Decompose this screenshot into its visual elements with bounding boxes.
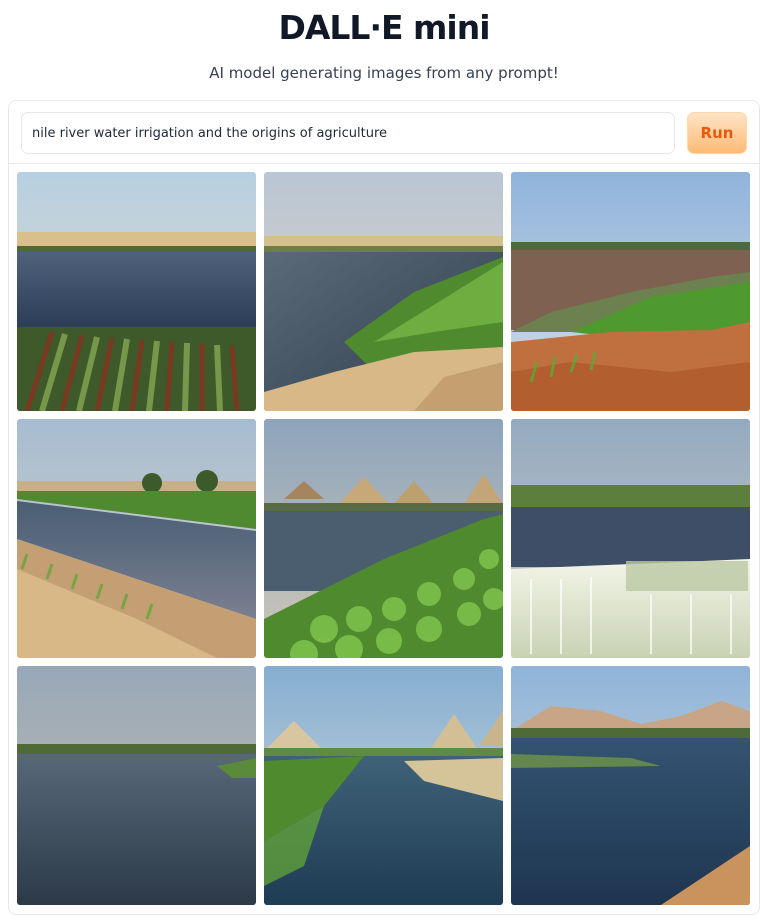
image-gallery xyxy=(17,172,753,905)
generated-image-7 xyxy=(17,666,256,905)
generated-image[interactable] xyxy=(511,419,750,658)
generator-panel: Run xyxy=(8,100,760,915)
generated-image[interactable] xyxy=(264,172,503,411)
generated-image[interactable] xyxy=(511,666,750,905)
generated-image[interactable] xyxy=(264,419,503,658)
generated-image-9 xyxy=(511,666,750,905)
app-subtitle: AI model generating images from any prom… xyxy=(209,64,559,82)
generated-image-8 xyxy=(264,666,503,905)
generated-image-4 xyxy=(17,419,256,658)
generated-image-3 xyxy=(511,172,750,411)
generated-image-1 xyxy=(17,172,256,411)
run-button[interactable]: Run xyxy=(687,112,747,154)
prompt-row: Run xyxy=(9,101,759,164)
generated-image[interactable] xyxy=(511,172,750,411)
prompt-input[interactable] xyxy=(21,112,675,154)
generated-image-5 xyxy=(264,419,503,658)
app-title: DALL·E mini xyxy=(278,8,490,47)
generated-image[interactable] xyxy=(264,666,503,905)
generated-image-2 xyxy=(264,172,503,411)
generated-image[interactable] xyxy=(17,666,256,905)
generated-image[interactable] xyxy=(17,419,256,658)
generated-image-6 xyxy=(511,419,750,658)
generated-image[interactable] xyxy=(17,172,256,411)
